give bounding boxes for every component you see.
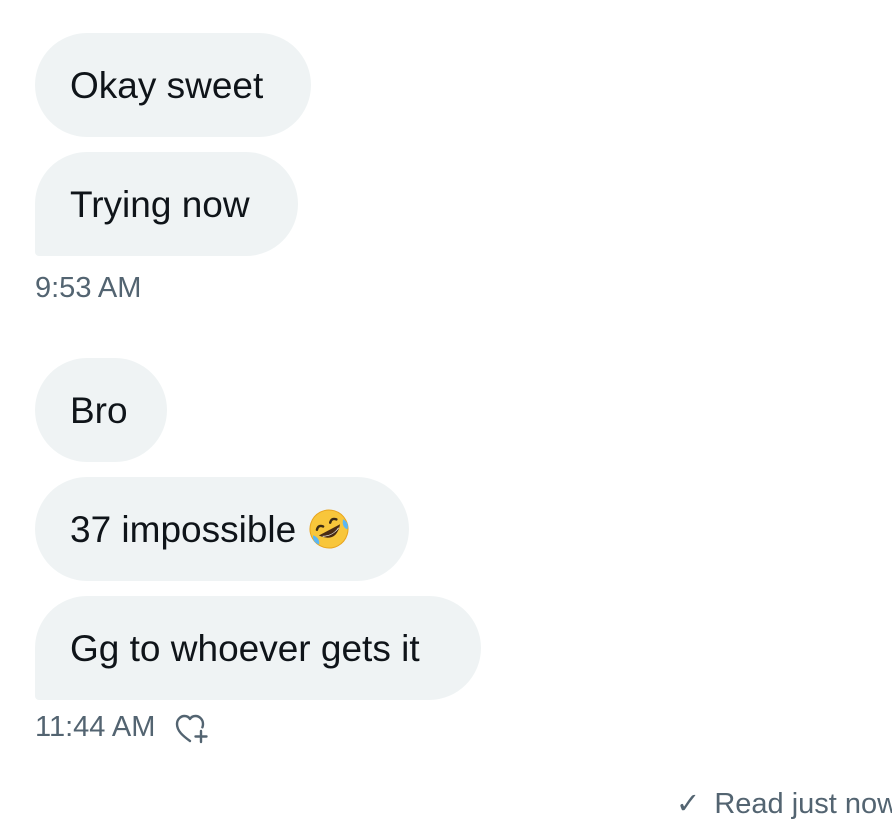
message-text: Gg to whoever gets it xyxy=(70,627,420,669)
message-text: Trying now xyxy=(70,183,250,225)
read-receipt-text: Read just now xyxy=(714,788,892,820)
check-icon: ✓ xyxy=(676,788,701,820)
message-bubble[interactable]: Trying now xyxy=(35,152,298,256)
rolling-on-floor-laughing-emoji xyxy=(309,509,349,549)
message-bubble[interactable]: Gg to whoever gets it xyxy=(35,596,481,700)
message-bubble[interactable]: Bro xyxy=(35,358,167,462)
message-text: Okay sweet xyxy=(70,64,264,106)
message-timestamp: 9:53 AM xyxy=(35,272,142,304)
message-bubble[interactable]: Okay sweet xyxy=(35,33,311,137)
message-text: Bro xyxy=(70,389,128,431)
add-reaction-icon[interactable] xyxy=(174,711,210,745)
message-timestamp: 11:44 AM xyxy=(35,711,156,743)
read-receipt: ✓ Read just now xyxy=(676,786,892,821)
message-text: 37 impossible xyxy=(70,508,297,550)
message-bubble[interactable]: 37 impossible xyxy=(35,477,409,581)
